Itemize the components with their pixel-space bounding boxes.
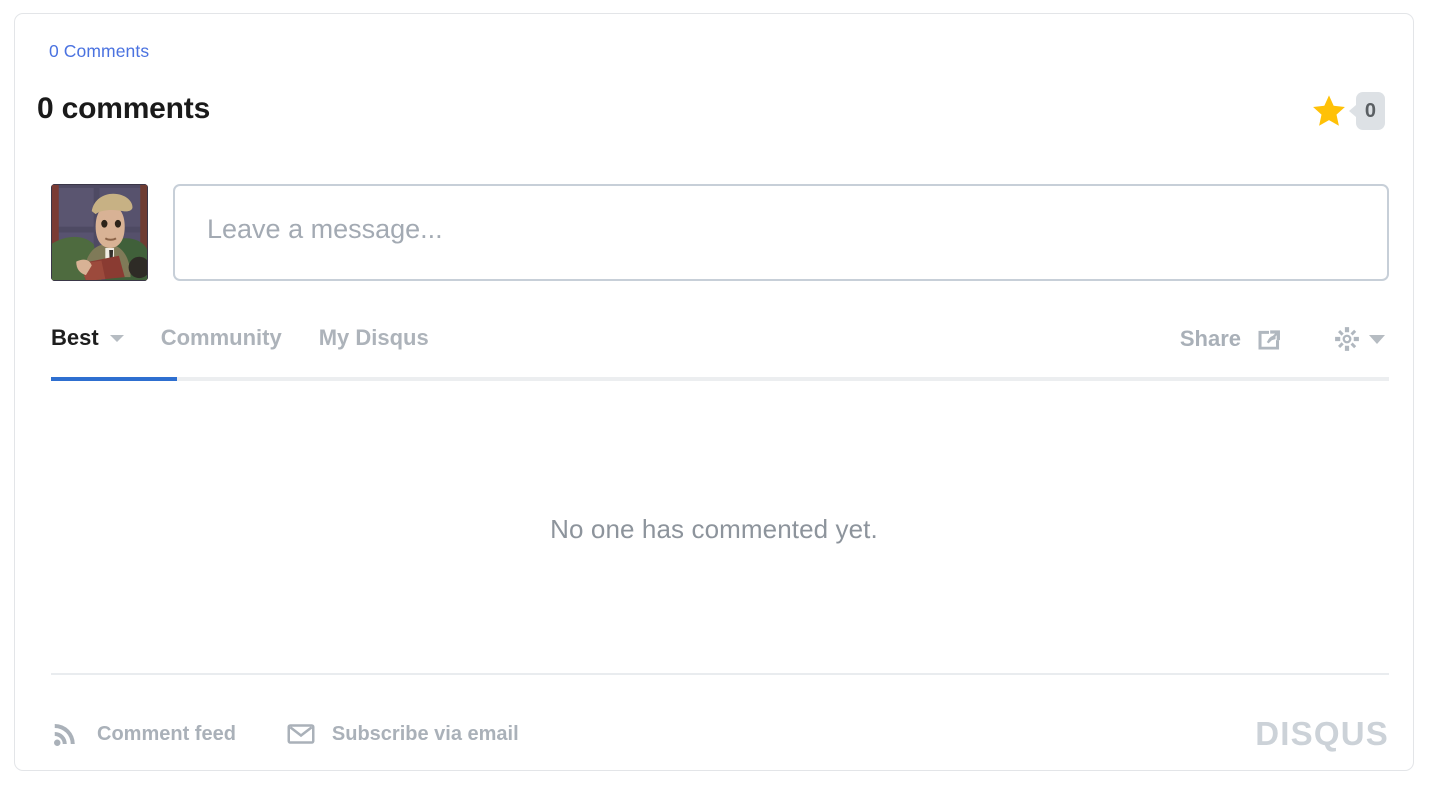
vote-count-badge: 0	[1348, 92, 1385, 130]
tab-best-label: Best	[51, 325, 99, 350]
active-tab-indicator	[51, 377, 177, 381]
tab-my-disqus[interactable]: My Disqus	[319, 314, 429, 362]
comment-feed-link[interactable]: Comment feed	[51, 719, 236, 749]
message-input[interactable]	[173, 184, 1389, 281]
comment-composer	[37, 171, 1391, 281]
settings-button[interactable]	[1333, 325, 1385, 353]
disqus-comments-widget: 0 Comments 0 comments 0 Leave a message.…	[14, 13, 1414, 771]
footer: Comment feed Subscribe via email DISQUS	[37, 704, 1391, 764]
tab-community[interactable]: Community	[161, 314, 282, 362]
tab-community-label: Community	[160, 325, 282, 350]
empty-state: No one has commented yet.	[37, 394, 1391, 664]
envelope-icon	[287, 724, 315, 744]
tab-bar: Best Community My Disqus Share	[37, 314, 1391, 390]
tab-my-disqus-label: My Disqus	[318, 325, 429, 350]
subscribe-email-link[interactable]: Subscribe via email	[286, 719, 519, 749]
gear-icon	[1335, 327, 1359, 351]
share-button[interactable]: Share	[1180, 325, 1283, 353]
tab-actions: Share	[1180, 314, 1385, 364]
tab-list: Best Community My Disqus	[51, 314, 466, 362]
title-row: 0 comments 0	[37, 87, 1391, 143]
chevron-down-icon	[109, 334, 124, 342]
rss-icon	[54, 724, 75, 746]
share-icon	[1258, 330, 1280, 350]
user-avatar-image	[51, 184, 148, 281]
vote-count-value: 0	[1364, 100, 1376, 122]
rating-widget: 0	[1311, 89, 1385, 133]
subscribe-email-label: Subscribe via email	[331, 722, 519, 745]
disqus-logo[interactable]: DISQUS	[1255, 716, 1389, 752]
avatar[interactable]	[51, 184, 148, 281]
footer-divider	[51, 673, 1389, 675]
tab-underline	[51, 377, 1389, 381]
comments-count-link[interactable]: 0 Comments	[49, 41, 149, 62]
comment-feed-label: Comment feed	[97, 722, 236, 745]
star-icon[interactable]	[1311, 93, 1347, 129]
footer-links: Comment feed Subscribe via email	[51, 704, 569, 764]
tab-best[interactable]: Best	[51, 314, 124, 362]
page-title: 0 comments	[37, 92, 211, 125]
share-label: Share	[1179, 326, 1241, 351]
chevron-down-icon	[1369, 334, 1385, 344]
empty-state-message: No one has commented yet.	[550, 513, 878, 544]
